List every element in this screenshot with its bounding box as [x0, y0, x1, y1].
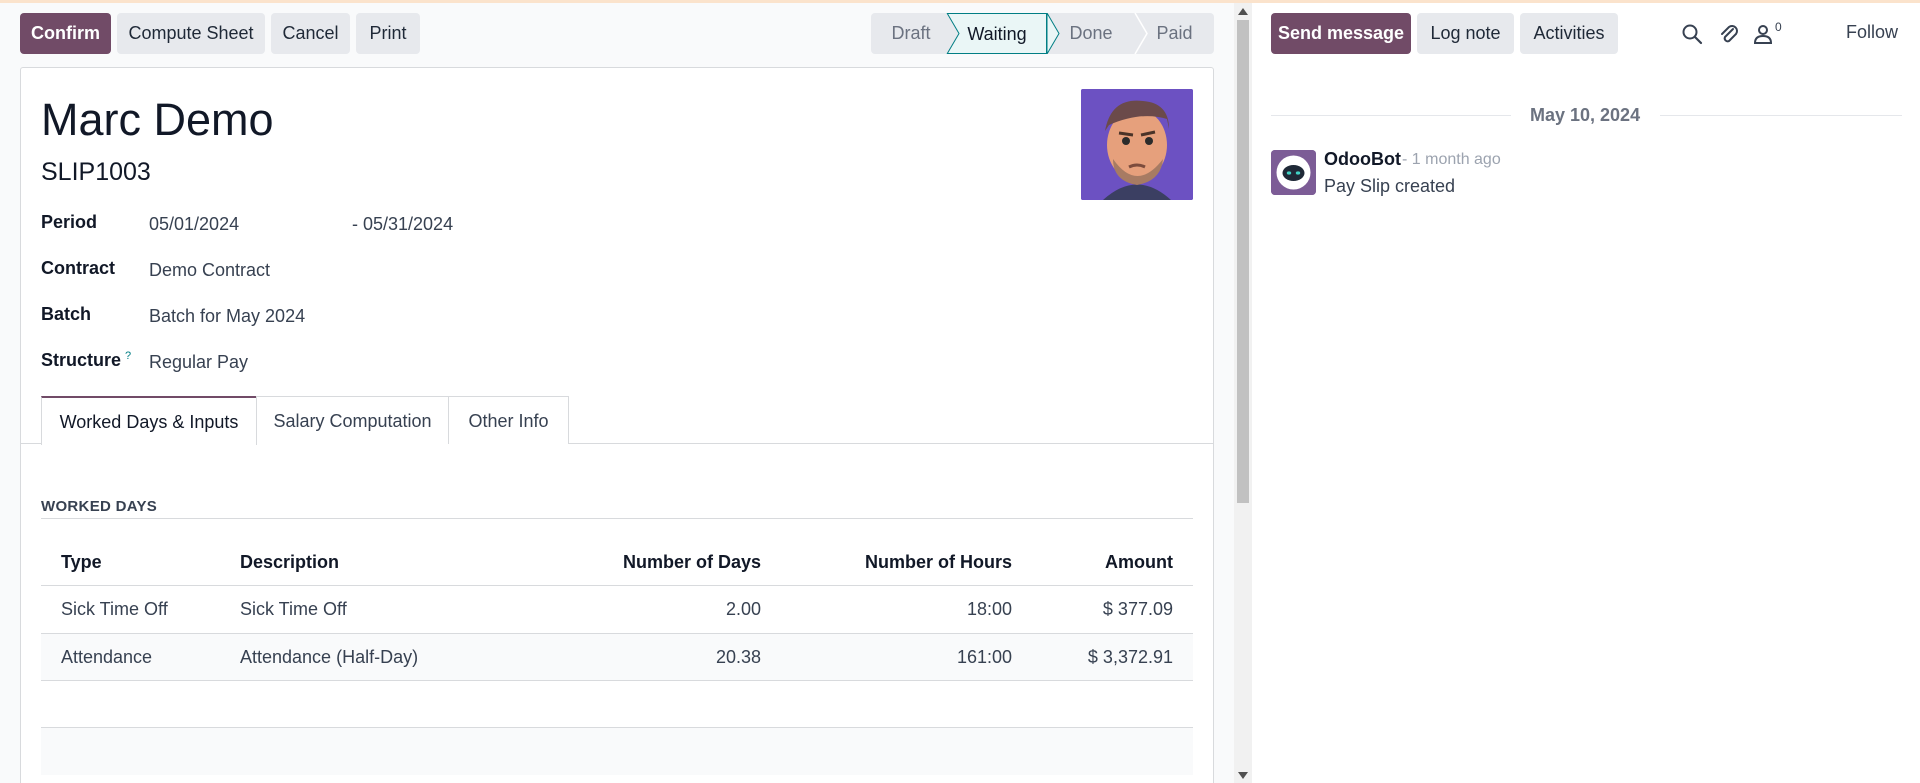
date-divider-right	[1660, 115, 1902, 116]
status-bar: Draft Waiting Done Paid	[871, 13, 1214, 54]
avatar-face-icon	[1081, 89, 1193, 200]
employee-name[interactable]: Marc Demo	[41, 94, 274, 146]
log-note-button[interactable]: Log note	[1417, 13, 1514, 54]
cell-description: Attendance (Half-Day)	[240, 647, 419, 667]
table-row[interactable]: Attendance Attendance (Half-Day) 20.38 1…	[41, 633, 1193, 681]
message-author[interactable]: OdooBot	[1324, 149, 1401, 170]
stage-chevrons	[946, 13, 1148, 54]
payslip-reference[interactable]: SLIP1003	[41, 158, 151, 187]
cell-days: 20.38	[715, 647, 761, 667]
table-row[interactable]: Sick Time Off Sick Time Off 2.00 18:00 $…	[41, 585, 1193, 633]
structure-help-icon[interactable]: ?	[125, 350, 131, 362]
table-row-empty[interactable]	[41, 680, 1193, 728]
structure-label: Structure?	[41, 350, 131, 371]
period-label: Period	[41, 212, 98, 232]
column-header-hours[interactable]: Number of Hours	[791, 552, 1012, 573]
message-body: Pay Slip created	[1324, 176, 1456, 196]
date-divider-left	[1271, 115, 1511, 116]
tab-worked-days-inputs[interactable]: Worked Days & Inputs	[41, 396, 257, 445]
cell-type: Sick Time Off	[61, 599, 168, 619]
tab-salary-computation[interactable]: Salary Computation	[256, 396, 449, 444]
compute-sheet-button[interactable]: Compute Sheet	[117, 13, 265, 54]
period-from-field[interactable]: 05/01/2024	[149, 214, 239, 235]
paperclip-icon[interactable]	[1717, 22, 1741, 46]
print-button[interactable]: Print	[356, 13, 420, 54]
cell-type: Attendance	[61, 647, 153, 667]
form-pane: Confirm Compute Sheet Cancel Print Draft…	[0, 3, 1232, 783]
cell-days: 2.00	[725, 599, 761, 619]
robot-icon	[1271, 150, 1316, 195]
cell-description: Sick Time Off	[240, 599, 347, 619]
follow-button[interactable]: Follow	[1846, 22, 1898, 43]
message-date: May 10, 2024	[1530, 105, 1641, 125]
follower-count: 0	[1775, 20, 1782, 34]
scroll-down-icon[interactable]	[1238, 772, 1248, 780]
cancel-button[interactable]: Cancel	[271, 13, 350, 54]
contract-field[interactable]: Demo Contract	[149, 260, 270, 281]
table-row-empty[interactable]	[41, 727, 1193, 775]
cell-amount: $ 3,372.91	[1087, 647, 1173, 667]
contract-label: Contract	[41, 258, 116, 278]
batch-label: Batch	[41, 304, 92, 324]
structure-field[interactable]: Regular Pay	[149, 352, 248, 373]
column-header-description[interactable]: Description	[240, 552, 339, 573]
activities-button[interactable]: Activities	[1520, 13, 1618, 54]
section-divider	[41, 518, 1193, 519]
scroll-up-icon[interactable]	[1238, 8, 1248, 16]
column-header-type[interactable]: Type	[61, 552, 102, 573]
followers-icon[interactable]	[1751, 22, 1775, 46]
batch-field[interactable]: Batch for May 2024	[149, 306, 305, 327]
search-icon[interactable]	[1680, 22, 1704, 46]
cell-hours: 161:00	[956, 647, 1012, 667]
column-header-days[interactable]: Number of Days	[541, 552, 761, 573]
period-to-field[interactable]: - 05/31/2024	[352, 214, 453, 235]
worked-days-title: WORKED DAYS	[41, 498, 158, 515]
tab-other-info[interactable]: Other Info	[448, 396, 569, 444]
message-time: - 1 month ago	[1402, 151, 1501, 168]
cell-amount: $ 377.09	[1102, 599, 1173, 619]
structure-label-text: Structure	[41, 350, 122, 370]
cell-hours: 18:00	[966, 599, 1012, 619]
payslip-sheet: Marc Demo SLIP1003 Period 05/01/2024 - 0…	[20, 67, 1214, 783]
confirm-button[interactable]: Confirm	[20, 13, 111, 54]
send-message-button[interactable]: Send message	[1271, 13, 1411, 54]
column-header-amount[interactable]: Amount	[1021, 552, 1173, 573]
form-scrollbar-thumb[interactable]	[1237, 20, 1249, 503]
employee-avatar[interactable]	[1081, 89, 1193, 200]
odoobot-avatar[interactable]	[1271, 150, 1316, 195]
